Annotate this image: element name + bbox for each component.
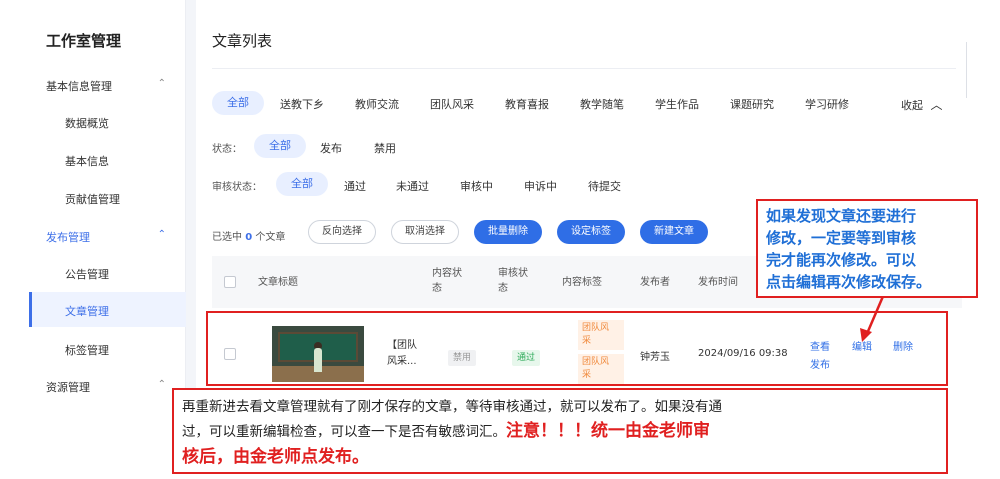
note-line: 再重新进去看文章管理就有了刚才保存的文章，等待审核通过，就可以发布了。如果没有通 [182,399,722,415]
header-publish-time: 发布时间 [698,277,738,288]
header-text: 内容状 [432,268,462,279]
highlight-frame [206,311,948,386]
category-tab-all[interactable]: 全部 [212,91,264,115]
sidebar: 工作室管理 基本信息管理 ⌃ 数据概览 基本信息 贡献值管理 发布管理 ⌃ 公告… [0,0,186,400]
review-option[interactable]: 通过 [344,178,366,194]
note-emphasis: 注意！！！统一由金老师审 [506,421,710,441]
note-line: 修改，一定要等到审核 [766,229,917,247]
divider [966,42,967,98]
status-option[interactable]: 禁用 [374,140,396,156]
review-status-label: 审核状态： [212,182,262,193]
sidebar-item-articles[interactable]: 文章管理 [29,292,186,327]
selection-count: 0 [245,232,253,243]
category-tab[interactable]: 教师交流 [355,96,399,112]
review-option[interactable]: 审核中 [460,178,493,194]
selection-summary: 已选中 0 个文章 [212,228,285,243]
collapse-label: 收起 [901,99,923,112]
header-review-status: 审核状 态 [498,266,528,296]
category-tab[interactable]: 教育喜报 [505,96,549,112]
sidebar-group-label: 发布管理 [46,231,90,244]
category-tab[interactable]: 学习研修 [805,96,849,112]
chevron-up-icon: ⌃ [157,78,166,89]
sidebar-item-contribution[interactable]: 贡献值管理 [65,191,120,207]
page-title: 文章列表 [212,32,273,50]
note-emphasis: 核后，由金老师点发布。 [182,447,369,467]
header-text: 态 [432,283,442,294]
status-label: 状态： [212,144,242,155]
invert-selection-button[interactable]: 反向选择 [308,220,376,244]
sidebar-group-label: 资源管理 [46,381,90,394]
status-option[interactable]: 发布 [320,140,342,156]
selection-suffix: 个文章 [255,232,286,243]
divider [212,68,956,69]
header-title: 文章标题 [258,277,298,288]
chevron-up-icon: ︿ [930,98,943,112]
header-text: 态 [498,283,508,294]
category-tab[interactable]: 送教下乡 [280,96,324,112]
note-line: 完才能再次修改。可以 [766,251,917,269]
annotation-note-bottom: 再重新进去看文章管理就有了刚才保存的文章，等待审核通过，就可以发布了。如果没有通… [172,388,948,474]
cancel-selection-button[interactable]: 取消选择 [391,220,459,244]
collapse-button[interactable]: 收起 ︿ [901,96,943,113]
sidebar-item-label: 文章管理 [65,305,109,318]
review-option[interactable]: 待提交 [588,178,621,194]
category-tab[interactable]: 课题研究 [730,96,774,112]
status-option-all[interactable]: 全部 [254,134,306,158]
category-tab[interactable]: 学生作品 [655,96,699,112]
sidebar-group-resources[interactable]: 资源管理 ⌃ [46,379,176,395]
sidebar-group-label: 基本信息管理 [46,80,112,93]
note-line: 过，可以重新编辑检查，可以查一下是否有敏感词汇。 [182,424,506,440]
header-content-tags: 内容标签 [562,277,602,288]
note-line: 点击编辑再次修改保存。 [766,273,932,291]
review-option[interactable]: 申诉中 [524,178,557,194]
set-tags-button[interactable]: 设定标签 [557,220,625,244]
select-all-checkbox[interactable] [224,276,236,288]
sidebar-title: 工作室管理 [46,32,122,50]
sidebar-item-data-overview[interactable]: 数据概览 [65,115,109,131]
annotation-note-right: 如果发现文章还要进行 修改，一定要等到审核 完才能再次修改。可以 点击编辑再次修… [756,199,978,298]
chevron-up-icon: ⌃ [157,229,166,240]
review-option-all[interactable]: 全部 [276,172,328,196]
category-tab[interactable]: 教学随笔 [580,96,624,112]
new-article-button[interactable]: 新建文章 [640,220,708,244]
sidebar-item-tags[interactable]: 标签管理 [65,342,109,358]
selection-prefix: 已选中 [212,232,242,243]
sidebar-item-announcements[interactable]: 公告管理 [65,266,109,282]
header-text: 审核状 [498,268,528,279]
note-line: 如果发现文章还要进行 [766,207,917,225]
sidebar-group-publish[interactable]: 发布管理 ⌃ [46,229,176,245]
header-content-status: 内容状 态 [432,266,462,296]
header-publisher: 发布者 [640,277,670,288]
layout-gap [186,0,196,400]
sidebar-item-basic-info[interactable]: 基本信息 [65,153,109,169]
review-option[interactable]: 未通过 [396,178,429,194]
active-indicator [29,292,32,327]
arrow-icon [860,293,886,342]
sidebar-group-basic-info[interactable]: 基本信息管理 ⌃ [46,78,176,94]
batch-delete-button[interactable]: 批量删除 [474,220,542,244]
category-tab[interactable]: 团队风采 [430,96,474,112]
chevron-up-icon: ⌃ [157,379,166,390]
